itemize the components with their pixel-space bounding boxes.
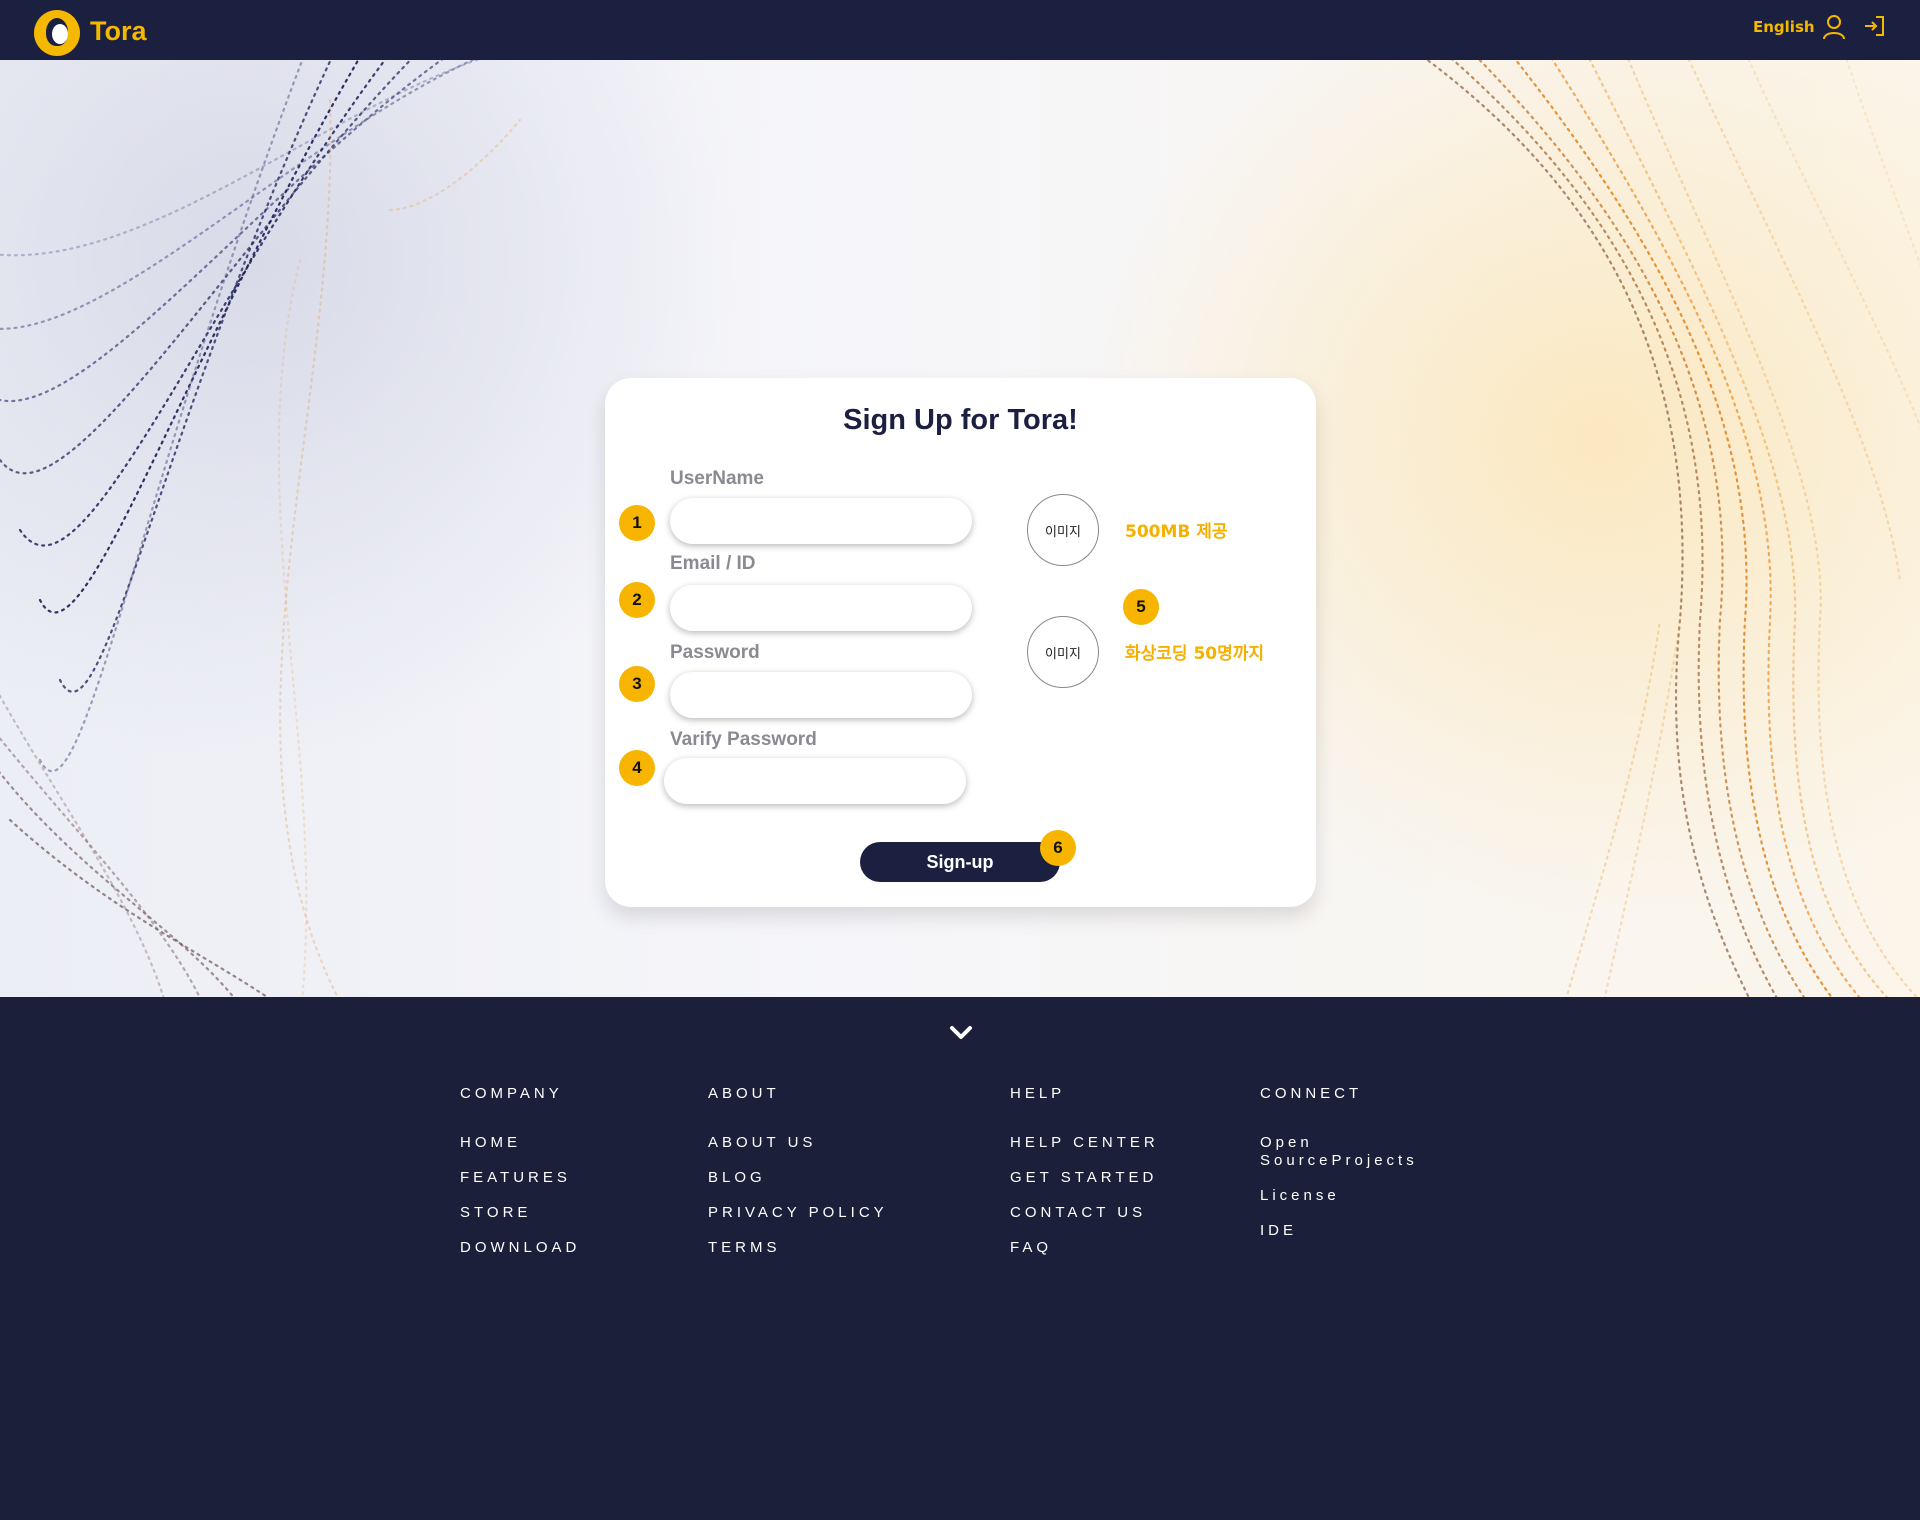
hero-section: Sign Up for Tora! UserName 1 Email / ID …: [0, 60, 1920, 997]
footer-heading-connect: CONNECT: [1260, 1085, 1363, 1102]
verify-password-input[interactable]: [664, 758, 966, 804]
footer-link-about-us[interactable]: ABOUT US: [708, 1134, 888, 1152]
chevron-down-icon[interactable]: [949, 1025, 973, 1041]
step-badge-3: 3: [619, 666, 655, 702]
footer-link-download[interactable]: DOWNLOAD: [460, 1239, 580, 1257]
footer-link-get-started[interactable]: GET STARTED: [1010, 1169, 1159, 1187]
footer-heading-company: COMPANY: [460, 1085, 563, 1102]
footer-column-company: COMPANY HOME FEATURES STORE DOWNLOAD: [460, 1085, 580, 1274]
step-badge-1: 1: [619, 505, 655, 541]
footer-link-blog[interactable]: BLOG: [708, 1169, 888, 1187]
step-badge-2: 2: [619, 582, 655, 618]
signup-title: Sign Up for Tora!: [843, 404, 1078, 436]
feature-image-storage: 이미지: [1027, 494, 1099, 566]
tora-logo-icon[interactable]: [34, 10, 80, 56]
email-label: Email / ID: [670, 553, 756, 574]
footer: COMPANY HOME FEATURES STORE DOWNLOAD ABO…: [0, 997, 1920, 1520]
footer-link-help-center[interactable]: HELP CENTER: [1010, 1134, 1159, 1152]
step-badge-4: 4: [619, 750, 655, 786]
feature-image-video: 이미지: [1027, 616, 1099, 688]
login-icon[interactable]: [1862, 14, 1886, 38]
verify-password-label: Varify Password: [670, 729, 817, 750]
footer-link-contact-us[interactable]: CONTACT US: [1010, 1204, 1159, 1222]
footer-column-help: HELP HELP CENTER GET STARTED CONTACT US …: [1010, 1085, 1159, 1274]
feature-text-storage: 500MB 제공: [1125, 522, 1228, 542]
brand-name[interactable]: Tora: [90, 16, 147, 47]
footer-link-privacy-policy[interactable]: PRIVACY POLICY: [708, 1204, 888, 1222]
step-badge-5: 5: [1123, 589, 1159, 625]
footer-link-faq[interactable]: FAQ: [1010, 1239, 1159, 1257]
signup-card: Sign Up for Tora! UserName 1 Email / ID …: [605, 378, 1316, 907]
password-label: Password: [670, 642, 760, 663]
password-input[interactable]: [670, 672, 972, 718]
footer-link-features[interactable]: FEATURES: [460, 1169, 580, 1187]
language-selector[interactable]: English: [1753, 18, 1815, 36]
feature-text-video: 화상코딩 50명까지: [1125, 644, 1265, 664]
footer-heading-about: ABOUT: [708, 1085, 780, 1102]
user-icon[interactable]: [1822, 14, 1846, 40]
footer-link-open-source-projects[interactable]: Open SourceProjects: [1260, 1134, 1460, 1170]
footer-column-about: ABOUT ABOUT US BLOG PRIVACY POLICY TERMS: [708, 1085, 888, 1274]
footer-link-store[interactable]: STORE: [460, 1204, 580, 1222]
footer-heading-help: HELP: [1010, 1085, 1066, 1102]
email-input[interactable]: [670, 585, 972, 631]
step-badge-6: 6: [1040, 830, 1076, 866]
footer-link-ide[interactable]: IDE: [1260, 1222, 1460, 1240]
username-input[interactable]: [670, 498, 972, 544]
username-label: UserName: [670, 468, 764, 489]
footer-link-terms[interactable]: TERMS: [708, 1239, 888, 1257]
footer-column-connect: CONNECT Open SourceProjects License IDE: [1260, 1085, 1460, 1257]
signup-button[interactable]: Sign-up: [860, 842, 1060, 882]
footer-link-home[interactable]: HOME: [460, 1134, 580, 1152]
top-nav-bar: Tora English: [0, 0, 1920, 60]
footer-link-license[interactable]: License: [1260, 1187, 1460, 1205]
